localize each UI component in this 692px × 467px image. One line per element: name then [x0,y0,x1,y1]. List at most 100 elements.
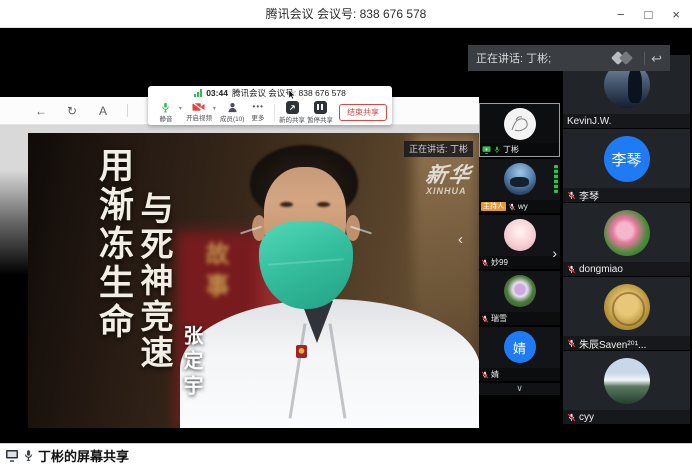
meeting-timer: 03:44 [206,88,228,98]
strip-tile-jing[interactable]: 婧 婧 [479,327,560,381]
more-dots-icon: ••• [253,102,264,112]
mic-muted-icon [567,265,576,274]
members-icon [227,102,238,113]
mic-muted-icon [481,315,489,323]
participant-label: 李琴 [563,188,690,202]
participant-name: KevinJ.W. [567,116,611,127]
doctor-eye [317,202,330,207]
avatar-initial: 婧 [504,331,536,363]
strip-tile-label: 丁彬 [480,143,559,156]
toolbar-buttons-row: 静音 ▾ 开启视频 ▾ 成员(10) [148,100,392,125]
meeting-control-toolbar: 03:44 腾讯会议 会议号: 838 676 578 静音 ▾ [148,86,392,125]
person-name-caption: 张定宇 [177,325,206,400]
pause-share-icon [314,101,327,114]
video-speaking-badge: 正在讲话: 丁彬 [404,141,473,157]
avatar-sea-photo [504,163,536,195]
page-margin [0,125,28,295]
video-caption-column-2: 与死神竞速 [130,191,178,371]
mic-icon [23,449,34,462]
strip-tile-label: 婧 [479,368,560,381]
strip-tile-label: 主持人 wy [479,200,560,213]
participant-name: 婧 [491,369,499,380]
participant-name: 朱辰Saven²⁰¹... [579,336,646,350]
mic-muted-icon [567,413,576,422]
maximize-button[interactable]: □ [645,8,653,21]
participant-name: 瑞雪 [491,313,507,324]
minimize-button[interactable]: − [617,8,625,21]
speaking-banner-text: 正在讲话: 丁彬; [476,50,611,66]
shared-page: 故事 用渐冻生命 与死神竞速 张定宇 正在讲话: 丁彬 [0,125,479,443]
banner-divider [644,52,645,65]
avatar-lotus-photo [504,275,536,307]
participant-tile-dongmiao[interactable]: dongmiao [563,203,690,276]
participant-tile-cyy[interactable]: cyy [563,351,690,424]
more-button[interactable]: ••• 更多 [245,102,271,123]
window-controls: − □ × [617,0,680,28]
close-button[interactable]: × [672,8,680,21]
toolbar-divider [127,104,128,117]
mic-muted-icon [481,371,489,379]
mute-button[interactable]: 静音 [153,102,179,124]
start-video-button[interactable]: 开启视频 [185,102,213,123]
pause-share-button[interactable]: 暂停共享 [306,101,334,125]
doctor-eye [280,202,293,207]
participant-name: 妙99 [491,257,508,268]
strip-tile-dingbin[interactable]: 丁彬 [479,103,560,157]
shared-video-frame: 故事 用渐冻生命 与死神竞速 张定宇 正在讲话: 丁彬 [28,133,479,428]
mic-muted-icon [508,203,516,211]
strip-prev-chevron-icon[interactable]: ‹ [458,231,463,248]
meeting-stage: ← ↻ A ∞ 故事 [0,28,692,443]
return-arrow-icon[interactable]: ↩ [651,52,662,65]
new-share-button[interactable]: 新的共享 [278,101,306,125]
mic-muted-icon [567,339,576,348]
participant-name: dongmiao [579,264,623,275]
chest-pin-badge [296,345,307,358]
watermark-cn: 新华 [423,159,474,189]
participant-tile-zhuchen[interactable]: 朱辰Saven²⁰¹... [563,277,690,350]
screen-share-on-icon [482,146,491,154]
volume-level-bar [554,165,558,193]
avatar-mountain-photo [604,358,650,404]
strip-next-chevron-icon[interactable]: › [552,245,557,261]
avatar-initial: 李琴 [604,136,650,182]
screen-share-label: 丁彬的屏幕共享 [38,446,129,465]
participant-label: cyy [563,410,690,424]
doctor-white-coat [180,299,479,428]
participant-label: dongmiao [563,262,690,276]
participant-name: wy [518,202,528,211]
refresh-icon[interactable]: ↻ [65,104,79,118]
tencent-meeting-logo-icon [611,52,637,65]
members-button[interactable]: 成员(10) [219,102,245,124]
participant-name: 李琴 [579,188,599,202]
speaking-banner: 正在讲话: 丁彬; ↩ [468,45,670,71]
strip-tile-wy[interactable]: 主持人 wy [479,159,560,213]
screen-share-status-bar: 丁彬的屏幕共享 [0,443,692,467]
avatar-lily-photo [604,210,650,256]
participant-tile-liqin[interactable]: 李琴 李琴 [563,129,690,202]
mic-on-icon [493,146,501,154]
mic-muted-icon [567,191,576,200]
xinhua-watermark: 新华 XINHUA [426,159,472,196]
avatar-gold-medal [604,284,650,330]
participant-name: cyy [579,412,594,423]
banner-calligraphy: 故事 [198,241,233,305]
participant-label: KevinJ.W. [563,114,690,128]
avatar-sketch [504,108,536,140]
strip-tile-ruixue[interactable]: 瑞雪 [479,271,560,325]
strip-tile-miao99[interactable]: 妙99 [479,215,560,269]
back-icon[interactable]: ← [34,104,48,118]
window-title: 腾讯会议 会议号: 838 676 578 [266,5,427,22]
strip-tile-label: 妙99 [479,256,560,269]
toolbar-divider [274,104,275,122]
signal-strength-icon [194,89,202,97]
microphone-icon [160,102,171,113]
end-share-button[interactable]: 结束共享 [339,104,387,121]
mic-muted-icon [481,259,489,267]
font-size-icon[interactable]: A [96,104,110,118]
toolbar-status-row: 03:44 腾讯会议 会议号: 838 676 578 [148,86,392,100]
new-share-icon [286,101,299,114]
participants-panel: KevinJ.W. 李琴 李琴 [563,55,692,425]
strip-collapse-button[interactable]: ∨ [479,383,560,395]
window-titlebar: 腾讯会议 会议号: 838 676 578 − □ × [0,0,692,28]
mouse-cursor-icon [288,89,296,100]
